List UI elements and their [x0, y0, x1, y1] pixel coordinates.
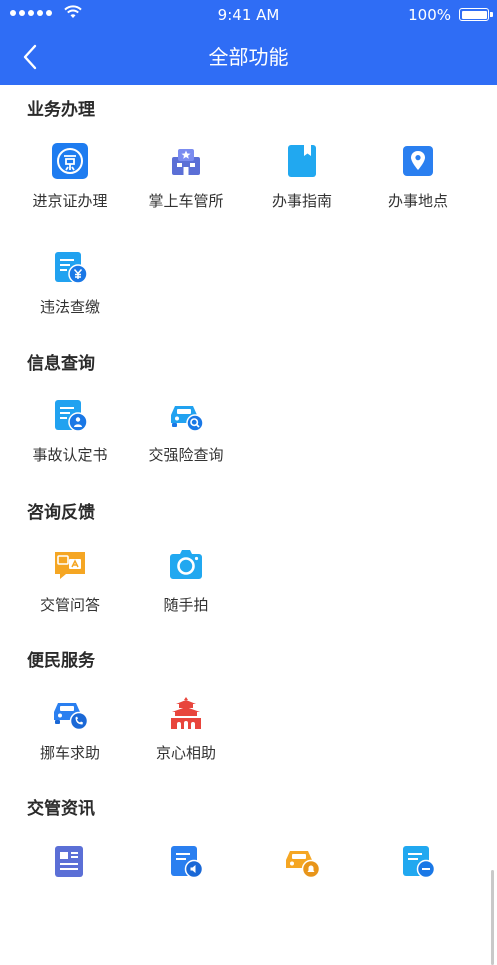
- qa-chat-icon: [55, 552, 85, 579]
- car-alert-icon: [286, 851, 320, 879]
- function-item-document-minus[interactable]: [356, 843, 480, 923]
- fine-payment-icon: [55, 252, 88, 284]
- function-label: 交管问答: [39, 596, 100, 614]
- function-label: 违法查缴: [39, 298, 100, 316]
- status-bar: 9:41 AM 100%: [0, 0, 497, 30]
- car-insurance-icon: [171, 406, 204, 432]
- function-item-jing-permit[interactable]: 进京证办理: [8, 143, 132, 223]
- move-car-phone-icon: [54, 703, 88, 731]
- section-title-info-query: 信息查询: [27, 354, 95, 374]
- function-item-location[interactable]: 办事地点: [356, 143, 480, 223]
- section-title-convenience: 便民服务: [27, 651, 95, 671]
- function-label: 京心相助: [155, 744, 216, 762]
- document-minus-icon: [403, 846, 436, 879]
- function-item-guide[interactable]: 办事指南: [240, 143, 364, 223]
- jing-permit-icon: [52, 143, 88, 179]
- function-label: 办事地点: [387, 192, 448, 210]
- function-item-move-car[interactable]: 挪车求助: [8, 695, 132, 775]
- function-label: 事故认定书: [32, 446, 108, 464]
- function-label: 随手拍: [163, 596, 209, 614]
- function-item-jingxin-help[interactable]: 京心相助: [124, 695, 248, 775]
- vehicle-office-icon: [172, 149, 200, 175]
- function-item-car-alert[interactable]: [240, 843, 364, 923]
- function-item-qa[interactable]: 交管问答: [8, 547, 132, 627]
- announcement-icon: [171, 846, 204, 879]
- battery-icon: [459, 8, 493, 21]
- function-item-announcement[interactable]: [124, 843, 248, 923]
- location-pin-icon: [403, 146, 433, 176]
- function-item-accident-report[interactable]: 事故认定书: [8, 397, 132, 477]
- nav-bar: 全部功能: [0, 30, 497, 85]
- camera-icon: [170, 550, 202, 579]
- function-item-snapshot[interactable]: 随手拍: [124, 547, 248, 627]
- battery-percentage: 100%: [408, 6, 451, 24]
- header: 9:41 AM 100% 全部功能: [0, 0, 497, 85]
- section-title-traffic-news: 交管资讯: [27, 799, 95, 819]
- function-item-fine-payment[interactable]: 违法查缴: [8, 249, 132, 329]
- function-item-car-insurance[interactable]: 交强险查询: [124, 397, 248, 477]
- scrollbar[interactable]: [491, 870, 494, 965]
- function-item-vehicle-office[interactable]: 掌上车管所: [124, 143, 248, 223]
- tiananmen-icon: [171, 697, 201, 729]
- function-label: 挪车求助: [39, 744, 100, 762]
- guide-book-icon: [288, 145, 316, 177]
- news-icon: [55, 846, 83, 877]
- function-label: 掌上车管所: [148, 192, 224, 210]
- section-title-business: 业务办理: [27, 100, 95, 120]
- accident-report-icon: [55, 400, 88, 432]
- function-list: 业务办理 进京证办理 掌上车管所 办事指南 办事地点 违法查缴 信息查询 事故认…: [0, 85, 497, 965]
- function-label: 办事指南: [271, 192, 332, 210]
- function-item-news[interactable]: [8, 843, 132, 923]
- function-label: 交强险查询: [148, 446, 224, 464]
- page-title: 全部功能: [208, 45, 289, 69]
- section-title-consult: 咨询反馈: [27, 503, 95, 523]
- function-label: 进京证办理: [32, 192, 108, 210]
